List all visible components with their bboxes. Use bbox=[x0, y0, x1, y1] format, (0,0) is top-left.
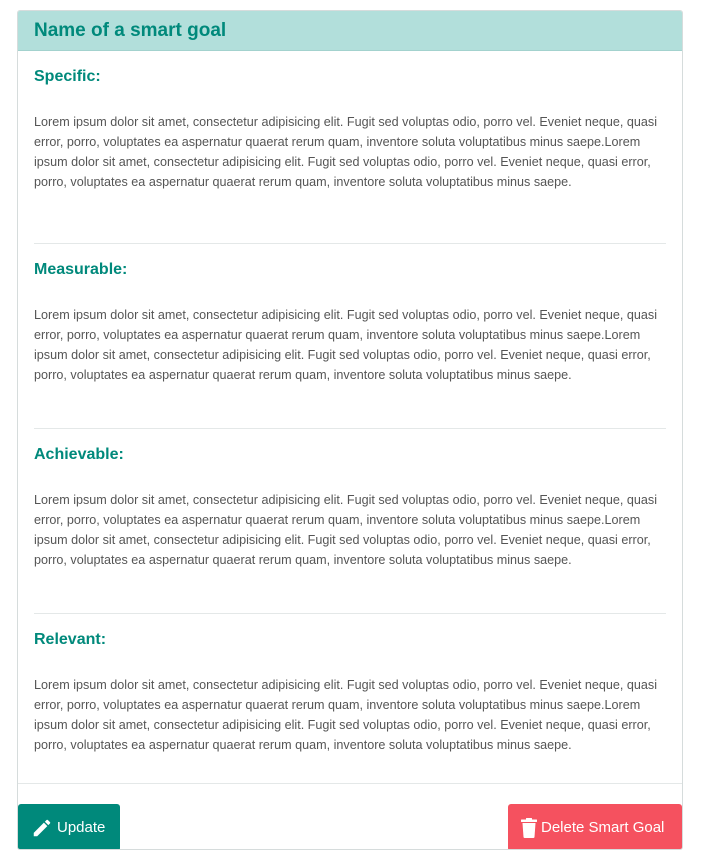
section-measurable: Measurable: Lorem ipsum dolor sit amet, … bbox=[34, 244, 666, 429]
trash-icon bbox=[521, 817, 537, 838]
section-achievable: Achievable: Lorem ipsum dolor sit amet, … bbox=[34, 429, 666, 614]
section-specific: Specific: Lorem ipsum dolor sit amet, co… bbox=[34, 51, 666, 244]
section-title-specific: Specific: bbox=[34, 68, 101, 85]
goal-title: Name of a smart goal bbox=[34, 19, 227, 41]
delete-button-label: Delete Smart Goal bbox=[541, 819, 665, 836]
card-body: Specific: Lorem ipsum dolor sit amet, co… bbox=[18, 51, 682, 799]
smart-goal-card: Name of a smart goal Specific: Lorem ips… bbox=[17, 10, 683, 850]
update-button[interactable]: Update bbox=[18, 804, 120, 849]
delete-smart-goal-button[interactable]: Delete Smart Goal bbox=[508, 804, 682, 849]
section-text-achievable: Lorem ipsum dolor sit amet, consectetur … bbox=[34, 493, 658, 567]
card-header: Name of a smart goal bbox=[18, 11, 682, 51]
section-title-relevant: Relevant: bbox=[34, 631, 107, 648]
footer-divider bbox=[18, 783, 682, 784]
update-button-label: Update bbox=[57, 819, 106, 836]
section-text-relevant: Lorem ipsum dolor sit amet, consectetur … bbox=[34, 678, 658, 752]
section-relevant: Relevant: Lorem ipsum dolor sit amet, co… bbox=[34, 614, 666, 799]
section-text-measurable: Lorem ipsum dolor sit amet, consectetur … bbox=[34, 308, 658, 382]
pencil-icon bbox=[31, 817, 53, 839]
section-text-specific: Lorem ipsum dolor sit amet, consectetur … bbox=[34, 115, 658, 189]
section-title-achievable: Achievable: bbox=[34, 446, 124, 463]
section-title-measurable: Measurable: bbox=[34, 261, 128, 278]
